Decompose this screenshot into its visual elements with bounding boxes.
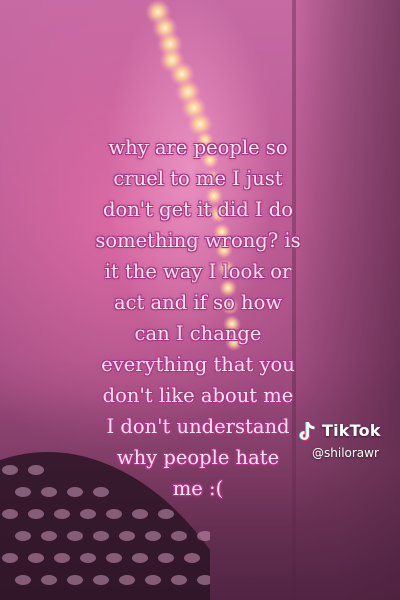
tiktok-watermark: TikTok @shilorawr xyxy=(296,420,400,468)
caption-line: don't like about me xyxy=(102,384,294,407)
caption-line: I don't understand xyxy=(106,415,290,438)
rug-motif xyxy=(93,575,109,585)
tiktok-note-icon xyxy=(299,422,315,441)
rug-motif xyxy=(80,553,96,563)
caption-line: can I change xyxy=(134,322,262,345)
caption-line: why are people so xyxy=(108,136,288,159)
rug-motif xyxy=(15,531,31,541)
rug-motif xyxy=(2,553,18,563)
rug-motif xyxy=(132,509,148,519)
rug-motif xyxy=(41,487,57,497)
caption-line: don't get it did I do xyxy=(102,198,294,221)
caption-line: act and if so how xyxy=(113,291,283,314)
rug-motif xyxy=(132,553,148,563)
rug-motif xyxy=(184,553,200,563)
rug-motif xyxy=(158,509,174,519)
rug-motif xyxy=(93,531,109,541)
rug-motif xyxy=(41,575,57,585)
rug-motif xyxy=(15,575,31,585)
rug-motif xyxy=(54,553,70,563)
rug-motif xyxy=(67,575,83,585)
rug-motif xyxy=(41,531,57,541)
rug-motif xyxy=(106,553,122,563)
caption-line: why people hate xyxy=(116,446,280,469)
video-frame: why are people so cruel to me I just don… xyxy=(0,0,400,600)
rug-motif xyxy=(158,553,174,563)
caption-text: why are people so cruel to me I just don… xyxy=(78,132,318,504)
rug-motif xyxy=(145,531,161,541)
rug-motif xyxy=(2,509,18,519)
tiktok-handle: @shilorawr xyxy=(312,446,379,460)
tiktok-brand: TikTok xyxy=(322,421,381,440)
rug-motif xyxy=(145,575,161,585)
rug-motif xyxy=(28,465,44,475)
caption-line: me :( xyxy=(172,477,224,500)
rug-motif xyxy=(171,531,187,541)
rug-motif xyxy=(28,553,44,563)
rug-motif xyxy=(80,509,96,519)
rug-motif xyxy=(67,531,83,541)
caption-line: something wrong? is xyxy=(95,229,301,252)
caption-line: everything that you xyxy=(101,353,295,376)
rug-motif xyxy=(171,575,187,585)
rug-motif xyxy=(2,465,18,475)
rug-motif xyxy=(106,509,122,519)
rug-motif xyxy=(28,509,44,519)
rug-motif xyxy=(15,487,31,497)
rug-motif xyxy=(54,509,70,519)
rug-motif xyxy=(119,531,135,541)
caption-line: cruel to me I just xyxy=(113,167,283,190)
rug-motif xyxy=(119,575,135,585)
caption-line: it the way I look or xyxy=(104,260,292,283)
